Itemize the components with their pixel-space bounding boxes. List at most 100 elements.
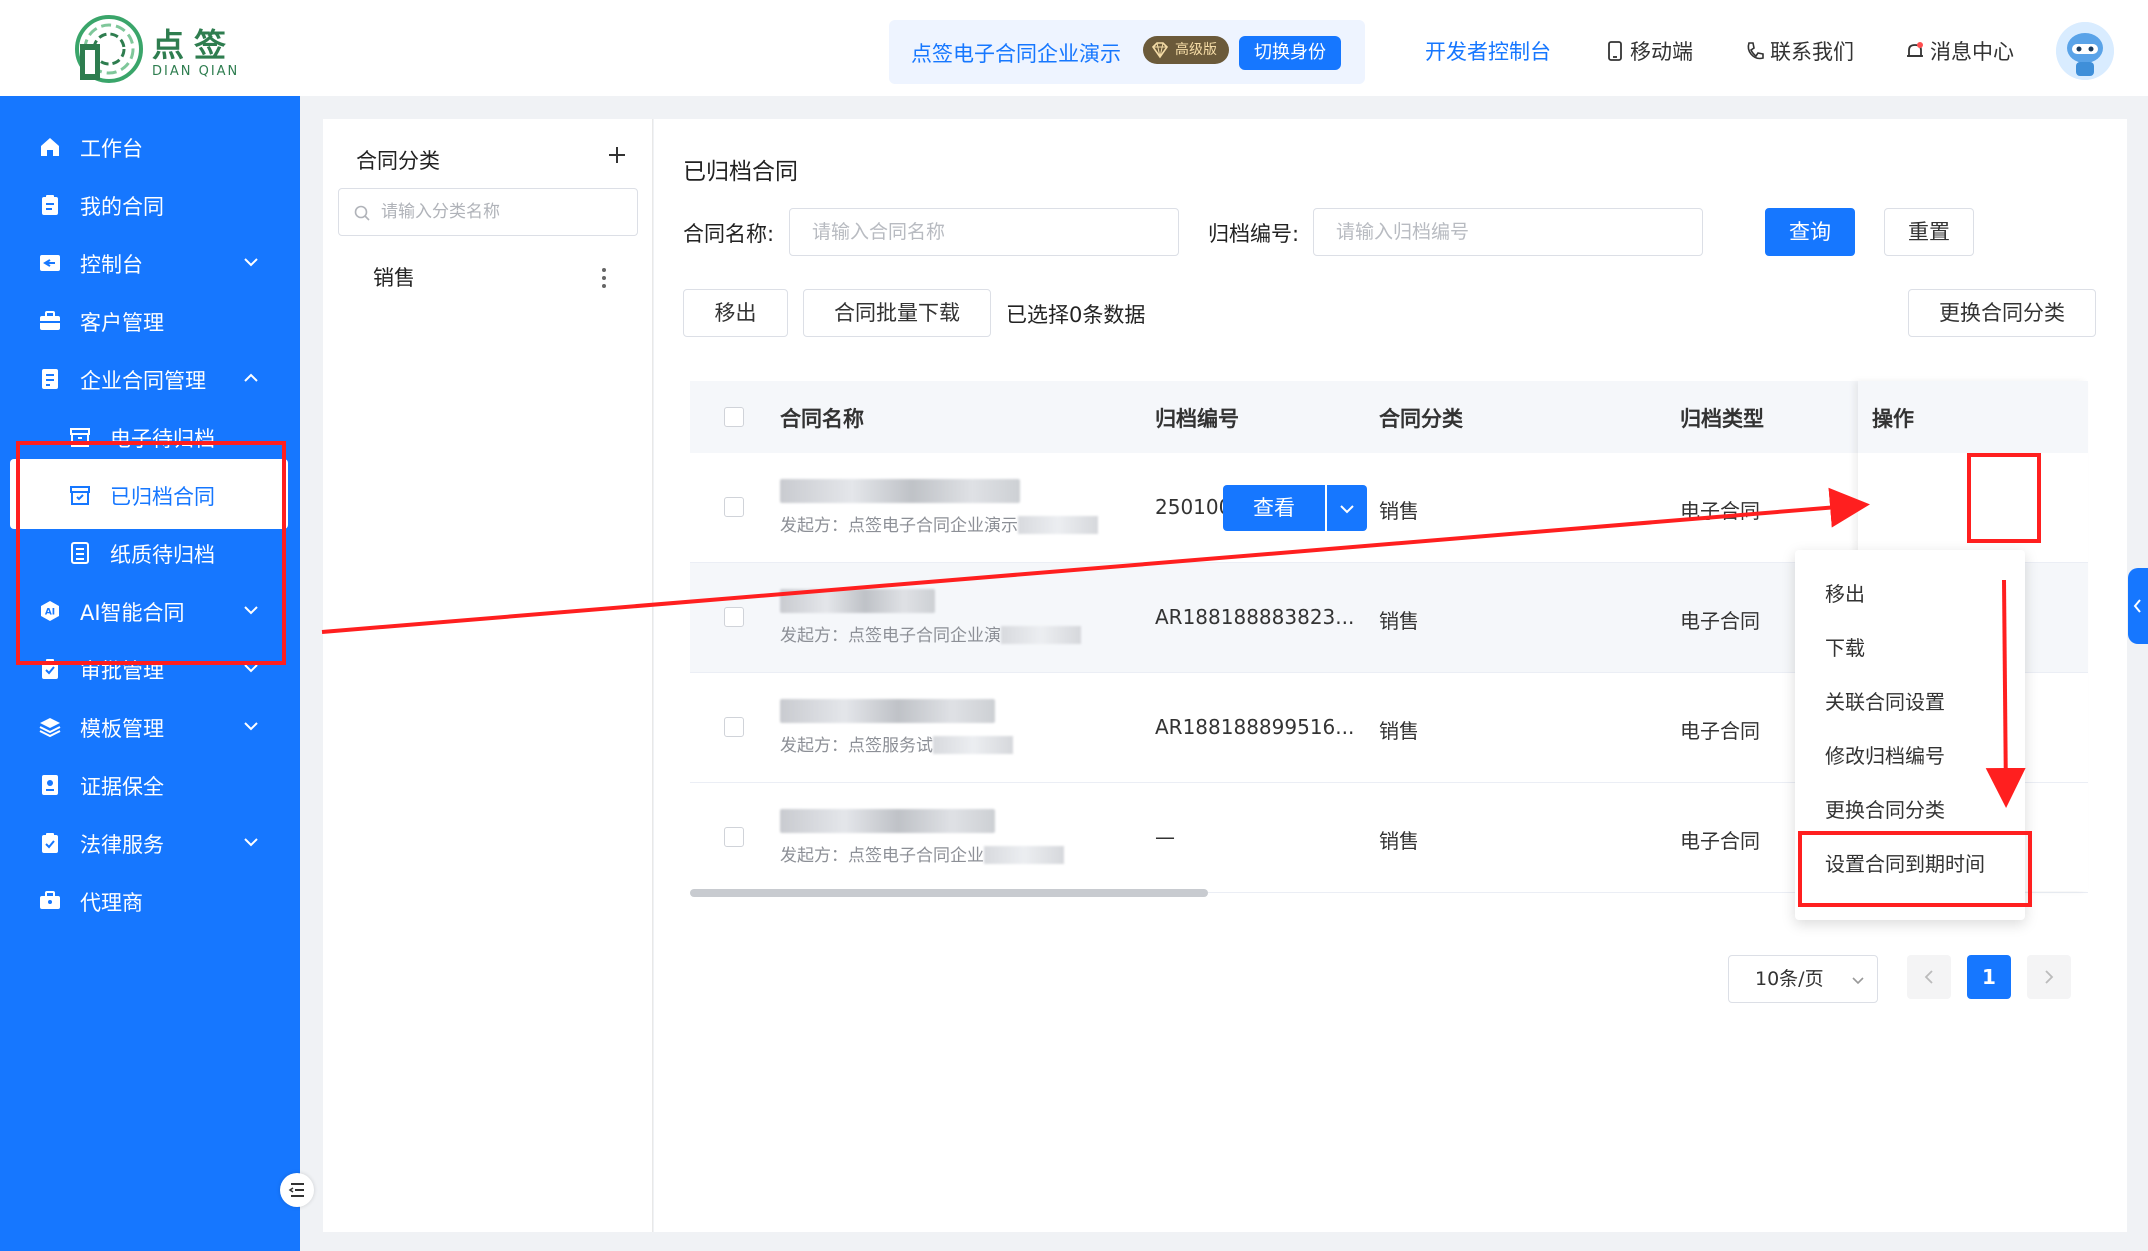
layers-icon: [39, 718, 61, 738]
chevron-down-icon: [244, 722, 258, 731]
row-category: 销售: [1379, 719, 1419, 743]
bell-icon: [1907, 42, 1923, 57]
vip-badge: 高级版: [1143, 36, 1229, 64]
row-archive-number: —: [1155, 825, 1175, 849]
chevron-up-icon: [244, 373, 258, 382]
row-category: 销售: [1379, 609, 1419, 633]
sidebar-item-agent[interactable]: 代理商: [0, 865, 300, 935]
search-icon: [354, 205, 370, 221]
row-archive-number: AR188188883823...: [1155, 605, 1355, 629]
change-category-button[interactable]: 更换合同分类: [1908, 289, 2096, 337]
menu-item-change-category[interactable]: 更换合同分类: [1825, 794, 1945, 823]
archive-box-icon: [70, 428, 90, 447]
category-panel: 合同分类 销售: [323, 119, 653, 1232]
sidebar-item-label: 证据保全: [80, 775, 164, 799]
row-checkbox[interactable]: [724, 607, 744, 627]
company-name[interactable]: 点签电子合同企业演示: [911, 38, 1121, 68]
menu-item-edit-archive-number[interactable]: 修改归档编号: [1825, 740, 1945, 769]
row-archive-number: AR188188899516...: [1155, 715, 1355, 739]
row-category: 销售: [1379, 829, 1419, 853]
category-panel-title: 合同分类: [356, 149, 440, 173]
view-button[interactable]: 查看: [1223, 485, 1325, 531]
archived-icon: [70, 486, 90, 505]
redacted-text: [933, 736, 1013, 754]
evidence-icon: [42, 775, 58, 795]
sidebar-item-label: 代理商: [80, 891, 143, 915]
plus-icon[interactable]: [605, 143, 629, 167]
menu-fold-icon: [288, 1183, 304, 1197]
move-out-button[interactable]: 移出: [683, 289, 788, 337]
row-archive-type: 电子合同: [1680, 609, 1760, 633]
column-header: 归档类型: [1680, 407, 1764, 431]
page-number-current[interactable]: 1: [1967, 955, 2011, 999]
category-search: [338, 188, 638, 236]
chevron-down-icon: [244, 664, 258, 673]
mobile-link-label: 移动端: [1630, 40, 1693, 64]
more-vertical-icon[interactable]: [600, 265, 608, 291]
menu-item-download[interactable]: 下载: [1825, 632, 1865, 661]
home-icon: [41, 138, 59, 156]
row-archive-type: 电子合同: [1680, 829, 1760, 853]
document-icon: [42, 369, 58, 389]
briefcase-icon: [40, 311, 60, 330]
chevron-right-icon: [2045, 970, 2054, 984]
redacted-text: [1018, 516, 1098, 534]
chevron-left-icon: [1924, 970, 1933, 984]
contract-name-input[interactable]: [789, 208, 1179, 256]
contract-name-redacted: [780, 479, 1020, 503]
batch-download-button[interactable]: 合同批量下载: [803, 289, 991, 337]
diamond-icon: [1151, 42, 1169, 59]
row-archive-type: 电子合同: [1680, 719, 1760, 743]
clipboard-icon: [42, 195, 58, 215]
row-checkbox[interactable]: [724, 827, 744, 847]
next-page-button[interactable]: [2027, 955, 2071, 999]
side-drawer-tab[interactable]: [2128, 568, 2148, 644]
archive-number-input[interactable]: [1313, 208, 1703, 256]
contact-link[interactable]: 联系我们: [1744, 36, 1854, 66]
reset-button[interactable]: 重置: [1884, 208, 1974, 256]
row-checkbox[interactable]: [724, 497, 744, 517]
message-center-link[interactable]: 消息中心: [1904, 36, 2014, 66]
chevron-down-icon: [1340, 505, 1354, 514]
chevron-left-icon: [2133, 599, 2141, 613]
logo-text-cn: 点签: [152, 26, 237, 64]
top-header: 点签 DIAN QIAN 点签电子合同企业演示 高级版 切换身份 开发者控制台 …: [0, 0, 2148, 96]
contract-name-redacted: [780, 699, 995, 723]
menu-item-move-out[interactable]: 移出: [1825, 578, 1865, 607]
category-search-input[interactable]: [381, 197, 621, 227]
row-checkbox[interactable]: [724, 717, 744, 737]
switch-identity-button[interactable]: 切换身份: [1239, 36, 1341, 70]
mobile-phone-icon: [1608, 41, 1622, 61]
sidebar-item-label: 企业合同管理: [80, 369, 206, 393]
category-item-sales[interactable]: 销售: [373, 262, 415, 292]
redacted-text: [1001, 626, 1081, 644]
approval-icon: [42, 659, 58, 679]
vip-badge-label: 高级版: [1175, 42, 1217, 58]
avatar-robot-icon: [2056, 22, 2114, 80]
row-initiator: 发起方：点签电子合同企业演示: [780, 511, 1098, 536]
logo[interactable]: 点签 DIAN QIAN: [74, 14, 254, 84]
menu-item-set-expiry-time[interactable]: 设置合同到期时间: [1825, 848, 1985, 877]
sidebar-item-label: 法律服务: [80, 833, 164, 857]
chevron-down-icon: [244, 606, 258, 615]
menu-item-related-contracts[interactable]: 关联合同设置: [1825, 686, 1945, 715]
prev-page-button[interactable]: [1907, 955, 1951, 999]
select-all-checkbox[interactable]: [724, 407, 744, 427]
page-size-select[interactable]: 10条/页: [1728, 955, 1878, 1003]
redacted-text: [984, 846, 1064, 864]
company-switcher: 点签电子合同企业演示 高级版 切换身份: [889, 20, 1365, 84]
query-button[interactable]: 查询: [1765, 208, 1855, 256]
row-archive-type: 电子合同: [1680, 499, 1760, 523]
developer-console-link[interactable]: 开发者控制台: [1425, 36, 1551, 66]
legal-icon: [42, 833, 58, 853]
sidebar-item-label: 模板管理: [80, 717, 164, 741]
sidebar-item-label: 我的合同: [80, 195, 164, 219]
more-actions-dropdown-button[interactable]: [1327, 485, 1367, 531]
sidebar-collapse-button[interactable]: [280, 1173, 314, 1207]
mobile-link[interactable]: 移动端: [1604, 36, 1693, 66]
table-horizontal-scrollbar[interactable]: [690, 889, 1208, 897]
sidebar-item-label: 已归档合同: [110, 485, 215, 509]
user-avatar[interactable]: [2056, 22, 2114, 80]
phone-icon: [1747, 42, 1764, 60]
chevron-down-icon: [244, 838, 258, 847]
